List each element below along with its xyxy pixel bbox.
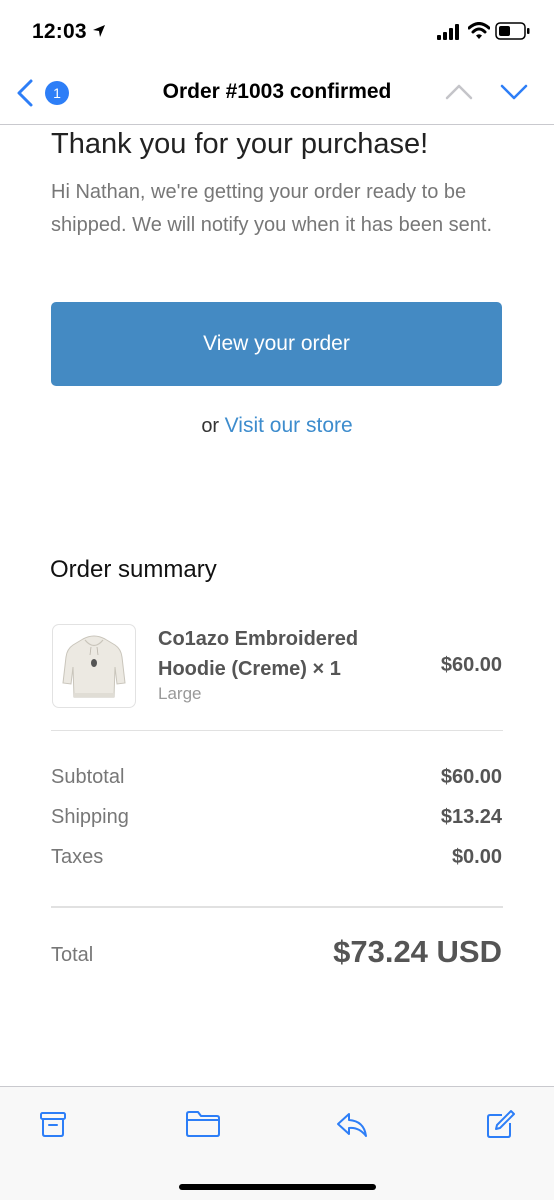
chevron-up-icon[interactable] xyxy=(444,82,474,107)
status-bar: 12:03 xyxy=(0,0,554,62)
shipping-value: $13.24 xyxy=(440,806,502,828)
visit-store-row: or Visit our store xyxy=(0,414,554,438)
unread-count-badge[interactable]: 1 xyxy=(45,81,69,105)
status-time: 12:03 xyxy=(32,20,87,43)
message-title: Order #1003 confirmed xyxy=(162,80,392,103)
summary-divider xyxy=(51,730,503,731)
taxes-label: Taxes xyxy=(51,846,104,868)
compose-icon[interactable] xyxy=(484,1109,516,1146)
email-heading: Thank you for your purchase! xyxy=(51,128,429,160)
shipping-label: Shipping xyxy=(51,806,129,828)
wifi-icon xyxy=(467,22,491,45)
mail-message-screen: 12:03 1 Order #1003 confirmed Thank you … xyxy=(0,0,554,1200)
subtotal-value: $60.00 xyxy=(440,766,502,788)
visit-store-link[interactable]: Visit our store xyxy=(225,414,353,437)
email-intro-text: Hi Nathan, we're getting your order read… xyxy=(51,181,492,236)
item-name: Co1azo Embroidered Hoodie (Creme) × 1 xyxy=(158,628,359,680)
email-body: Thank you for your purchase! Hi Nathan, … xyxy=(0,124,554,1086)
total-value: $73.24 USD xyxy=(333,934,502,969)
total-label: Total xyxy=(51,944,94,966)
location-arrow-icon xyxy=(92,24,106,43)
message-nav-bar: 1 Order #1003 confirmed xyxy=(0,62,554,125)
view-order-button[interactable]: View your order xyxy=(51,302,502,386)
battery-icon xyxy=(495,22,531,45)
order-summary-heading: Order summary xyxy=(50,556,217,583)
folder-icon[interactable] xyxy=(185,1109,221,1144)
mail-toolbar xyxy=(0,1086,554,1200)
hoodie-product-image xyxy=(52,624,136,708)
item-price: $60.00 xyxy=(440,654,502,676)
item-variant: Large xyxy=(158,684,202,703)
chevron-down-icon[interactable] xyxy=(499,82,529,107)
alt-prefix-text: or xyxy=(201,415,220,437)
chevron-left-icon[interactable] xyxy=(14,78,36,108)
cellular-signal-icon xyxy=(437,24,461,45)
taxes-value: $0.00 xyxy=(451,846,502,868)
subtotal-label: Subtotal xyxy=(51,766,125,788)
home-indicator[interactable] xyxy=(179,1184,376,1190)
total-divider xyxy=(51,906,503,908)
archive-icon[interactable] xyxy=(38,1109,68,1144)
reply-icon[interactable] xyxy=(335,1109,369,1144)
